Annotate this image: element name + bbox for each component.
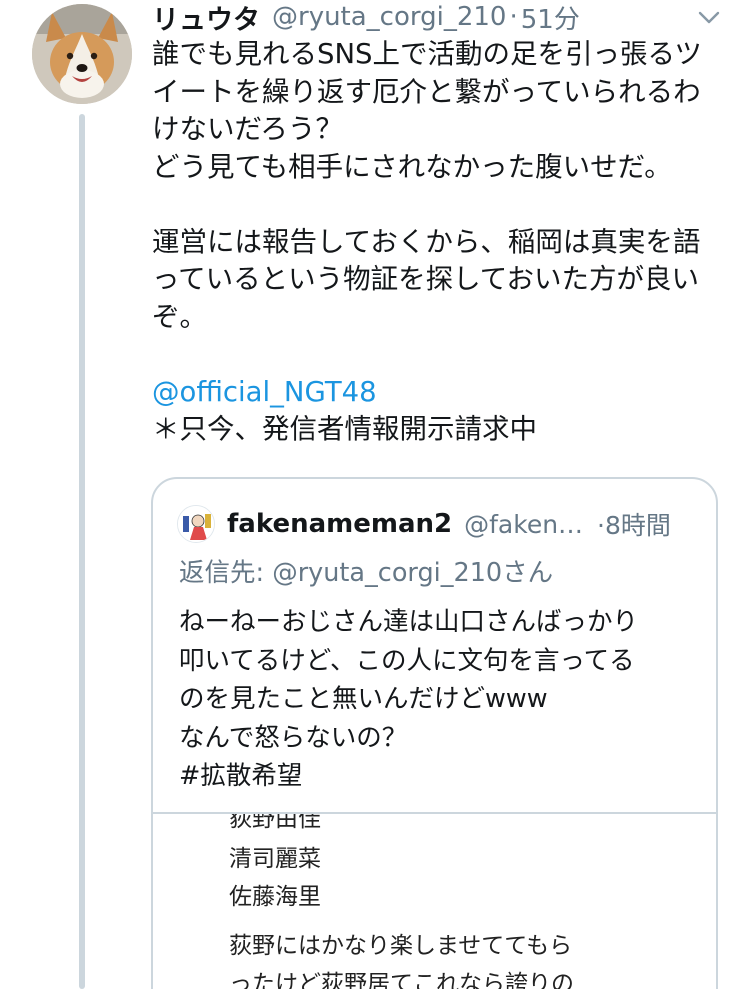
quoted-tweet-card[interactable]: fakenameman2 @faken… ·8時間 返信先: @ryuta_co… xyxy=(151,477,718,989)
tweet-text: 誰でも見れるSNS上で活動の足を引っ張るツ イートを繰り返す厄介と繋がっていられ… xyxy=(152,36,727,449)
quoted-text-line: 叩いてるけど、この人に文句を言ってる xyxy=(179,645,635,676)
mention-link[interactable]: @official_NGT48 xyxy=(152,374,727,412)
tweet-header: リュウタ @ryuta_corgi_210 · 51分 xyxy=(152,0,732,37)
hashtag-link[interactable]: #拡散希望 xyxy=(179,757,699,796)
reply-to-label[interactable]: 返信先: @ryuta_corgi_210さん xyxy=(179,552,553,589)
quoted-tweet-header: fakenameman2 @faken… ·8時間 xyxy=(177,505,697,543)
tweet-time[interactable]: 51分 xyxy=(521,0,580,36)
quoted-media-image[interactable]: 荻野由佳 清司麗菜 佐藤海里 荻野にはかなり楽しませててもら ったけど荻野居てこ… xyxy=(153,812,716,989)
media-text-line: 荻野にはかなり楽しませててもら xyxy=(229,933,573,959)
quoted-text-line: ねーねーおじさん達は山口さんばっかり xyxy=(179,607,639,637)
separator-dot: · xyxy=(509,2,518,32)
quoted-text-line: のを見たこと無いんだけどwww xyxy=(179,684,548,714)
tweet-text-line: 運営には報告しておくから、稲岡は真実を語 xyxy=(152,225,701,258)
tweet-text-line: けないだろう？ xyxy=(152,113,343,145)
tweet-text-line: 誰でも見れるSNS上で活動の足を引っ張るツ xyxy=(152,38,702,70)
media-text-line: ったけど荻野居てこれなら誇りの xyxy=(229,971,574,989)
user-avatar-icon xyxy=(178,506,214,542)
tweet-text-line: ぞ。 xyxy=(152,300,207,333)
media-text-line: 清司麗菜 xyxy=(229,846,321,872)
quoted-time[interactable]: ·8時間 xyxy=(597,506,671,542)
display-name[interactable]: リュウタ xyxy=(152,0,260,37)
quoted-avatar[interactable] xyxy=(177,505,215,543)
tweet-menu-button[interactable] xyxy=(694,2,724,32)
corgi-avatar-icon xyxy=(32,4,132,104)
media-text-line: 荻野由佳 xyxy=(229,812,321,832)
chevron-down-icon xyxy=(698,11,720,24)
thread-line xyxy=(79,114,85,989)
quoted-text-line: なんで怒らないの？ xyxy=(179,722,408,753)
user-handle[interactable]: @ryuta_corgi_210 xyxy=(272,2,506,32)
tweet-text-line: ＊只今、発信者情報開示請求中 xyxy=(152,413,537,445)
quoted-handle[interactable]: @faken… xyxy=(464,510,583,539)
tweet-text-line: どう見ても相手にされなかった腹いせだ。 xyxy=(152,150,672,183)
media-text-line: 佐藤海里 xyxy=(229,884,321,910)
tweet-text-line: イートを繰り返す厄介と繋がっていられるわ xyxy=(152,75,701,108)
quoted-tweet-text: ねーねーおじさん達は山口さんばっかり 叩いてるけど、この人に文句を言ってる のを… xyxy=(179,603,699,796)
avatar[interactable] xyxy=(32,4,132,104)
tweet-text-line: っているという物証を探しておいた方が良い xyxy=(152,263,699,295)
quoted-display-name[interactable]: fakenameman2 xyxy=(227,509,452,539)
